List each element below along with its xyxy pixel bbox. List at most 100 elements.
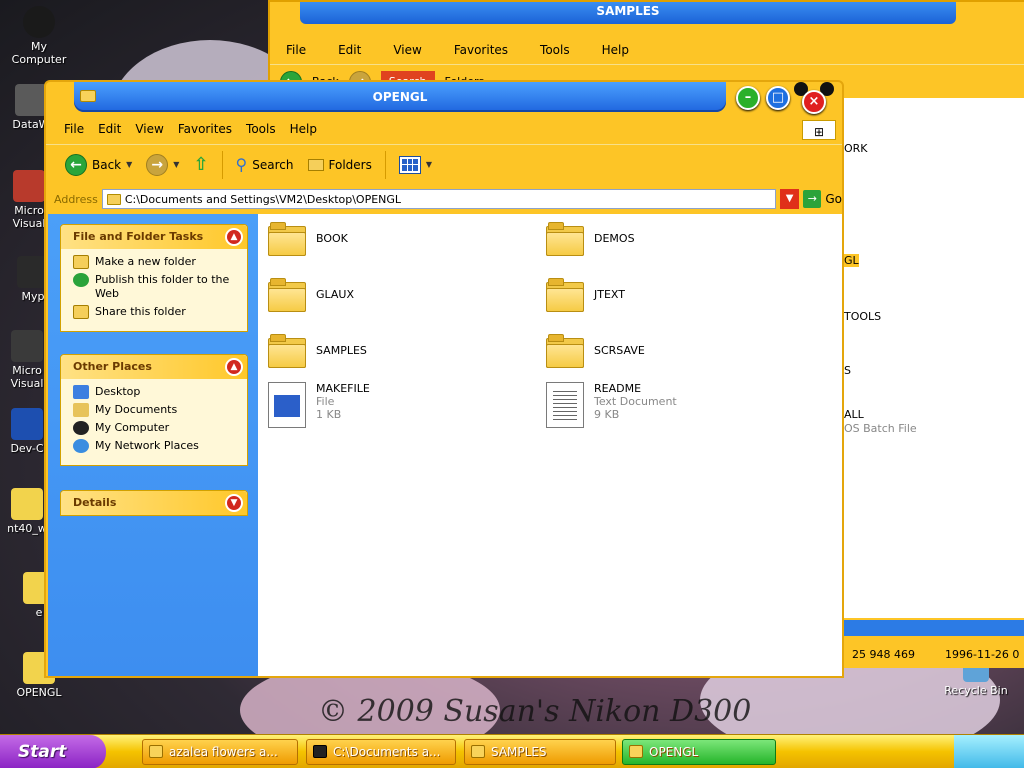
new-folder-icon bbox=[73, 255, 89, 269]
list-item[interactable]: TOOLS bbox=[844, 310, 881, 323]
forward-button[interactable]: → ▼ bbox=[141, 150, 184, 180]
file-size: 1 KB bbox=[316, 408, 342, 421]
taskbar-button-samples[interactable]: SAMPLES bbox=[464, 739, 616, 765]
dev-cpp-icon bbox=[11, 408, 43, 440]
other-places-header[interactable]: Other Places ▲ bbox=[61, 355, 247, 379]
file-item-makefile[interactable]: MAKEFILE File 1 KB bbox=[268, 382, 370, 428]
task-make-new-folder[interactable]: Make a new folder bbox=[73, 255, 239, 269]
chevron-down-icon[interactable]: ▼ bbox=[173, 160, 179, 169]
up-folder-button[interactable]: ⇧ bbox=[188, 150, 213, 179]
image-viewer-icon bbox=[149, 745, 163, 758]
file-name: BOOK bbox=[316, 232, 348, 245]
search-label: Search bbox=[252, 157, 294, 172]
folder-item-scrsave[interactable]: SCRSAVE bbox=[546, 334, 645, 368]
folder-item-demos[interactable]: DEMOS bbox=[546, 222, 635, 256]
file-icon bbox=[11, 488, 43, 520]
task-label: Make a new folder bbox=[95, 255, 196, 268]
chevron-up-icon[interactable]: ▲ bbox=[225, 228, 243, 246]
chevron-up-icon[interactable]: ▲ bbox=[225, 358, 243, 376]
search-button[interactable]: ⚲ Search bbox=[231, 151, 299, 178]
views-button[interactable]: ▼ bbox=[394, 152, 437, 178]
file-name: SAMPLES bbox=[316, 344, 367, 357]
toolbar-separator bbox=[384, 150, 386, 179]
folder-icon bbox=[268, 278, 306, 312]
desktop-icon-my-computer[interactable]: My Computer bbox=[0, 6, 78, 66]
menu-edit[interactable]: Edit bbox=[92, 120, 127, 138]
address-input[interactable]: C:\Documents and Settings\VM2\Desktop\OP… bbox=[101, 189, 776, 209]
back-button[interactable]: ← Back ▼ bbox=[60, 150, 137, 180]
menu-file[interactable]: File bbox=[280, 41, 312, 59]
menu-tools[interactable]: Tools bbox=[534, 41, 576, 59]
status-size: 25 948 469 bbox=[852, 648, 915, 661]
back-label: Back bbox=[92, 157, 122, 172]
address-dropdown-button[interactable]: ▼ bbox=[779, 189, 800, 209]
details-header[interactable]: Details ▼ bbox=[61, 491, 247, 515]
details-panel: Details ▼ bbox=[60, 490, 248, 516]
start-button[interactable]: Start bbox=[0, 735, 106, 768]
file-view: BOOK DEMOS GLAUX JTEXT SAMPLES SCRSAVE M… bbox=[258, 214, 842, 676]
menu-edit[interactable]: Edit bbox=[332, 41, 367, 59]
file-item-readme[interactable]: README Text Document 9 KB bbox=[546, 382, 677, 428]
toolbar-separator bbox=[221, 150, 223, 179]
folder-item-book[interactable]: BOOK bbox=[268, 222, 348, 256]
menu-help[interactable]: Help bbox=[284, 120, 323, 138]
menu-file[interactable]: File bbox=[58, 120, 90, 138]
desktop-icon-label: My Computer bbox=[11, 40, 67, 66]
place-my-documents[interactable]: My Documents bbox=[73, 403, 239, 417]
horizontal-scrollbar[interactable] bbox=[844, 620, 1024, 636]
taskbar-button-opengl[interactable]: OPENGL bbox=[622, 739, 776, 765]
taskbar-button-cmd[interactable]: C:\Documents a... bbox=[306, 739, 456, 765]
folders-icon bbox=[307, 158, 324, 171]
place-desktop[interactable]: Desktop bbox=[73, 385, 239, 399]
up-arrow-icon: ⇧ bbox=[193, 154, 209, 175]
menu-view[interactable]: View bbox=[387, 41, 427, 59]
system-tray[interactable] bbox=[954, 735, 1024, 768]
file-name: GLAUX bbox=[316, 288, 355, 301]
list-item[interactable]: ORK bbox=[844, 142, 868, 155]
menu-help[interactable]: Help bbox=[596, 41, 635, 59]
folders-button[interactable]: Folders bbox=[303, 154, 377, 176]
folder-icon bbox=[268, 222, 306, 256]
panel-body: Desktop My Documents My Computer My Netw… bbox=[61, 379, 247, 465]
menu-favorites[interactable]: Favorites bbox=[448, 41, 514, 59]
panel-title: File and Folder Tasks bbox=[73, 230, 204, 243]
visual-studio-icon bbox=[13, 170, 45, 202]
folder-item-jtext[interactable]: JTEXT bbox=[546, 278, 625, 312]
folder-icon bbox=[268, 334, 306, 368]
maximize-button[interactable]: □ bbox=[766, 86, 790, 110]
close-button[interactable]: × bbox=[802, 90, 826, 114]
opengl-window[interactable]: OPENGL – □ × File Edit View Favorites To… bbox=[44, 80, 844, 678]
chevron-down-icon[interactable]: ▼ bbox=[126, 160, 132, 169]
chevron-down-icon[interactable]: ▼ bbox=[225, 494, 243, 512]
task-label: Share this folder bbox=[95, 305, 186, 318]
menu-view[interactable]: View bbox=[129, 120, 169, 138]
console-icon bbox=[313, 745, 327, 758]
file-folder-tasks-header[interactable]: File and Folder Tasks ▲ bbox=[61, 225, 247, 249]
folder-item-samples[interactable]: SAMPLES bbox=[268, 334, 367, 368]
folder-item-glaux[interactable]: GLAUX bbox=[268, 278, 354, 312]
samples-window-title[interactable]: SAMPLES bbox=[300, 2, 956, 24]
file-name: SCRSAVE bbox=[594, 344, 645, 357]
place-my-network[interactable]: My Network Places bbox=[73, 439, 239, 453]
task-publish-folder[interactable]: Publish this folder to the Web bbox=[73, 273, 239, 301]
folder-icon bbox=[546, 278, 584, 312]
place-label: Desktop bbox=[95, 385, 141, 398]
list-item[interactable]: GL bbox=[844, 254, 859, 267]
taskbar-button-label: OPENGL bbox=[649, 745, 699, 759]
list-item[interactable]: S bbox=[844, 364, 851, 377]
title-bar[interactable]: OPENGL bbox=[74, 82, 726, 112]
taskbar-button-label: C:\Documents a... bbox=[333, 745, 441, 759]
file-name: README bbox=[594, 382, 642, 395]
mickey-computer-icon bbox=[73, 421, 89, 435]
place-label: My Network Places bbox=[95, 439, 199, 452]
menu-favorites[interactable]: Favorites bbox=[172, 120, 238, 138]
go-button[interactable]: → Go bbox=[803, 190, 842, 208]
task-share-folder[interactable]: Share this folder bbox=[73, 305, 239, 319]
place-my-computer[interactable]: My Computer bbox=[73, 421, 239, 435]
list-item[interactable]: ALL bbox=[844, 408, 864, 421]
other-places-panel: Other Places ▲ Desktop My Documents My C… bbox=[60, 354, 248, 466]
menu-tools[interactable]: Tools bbox=[240, 120, 282, 138]
file-name: DEMOS bbox=[594, 232, 635, 245]
minimize-button[interactable]: – bbox=[736, 86, 760, 110]
taskbar-button-azalea[interactable]: azalea flowers a... bbox=[142, 739, 298, 765]
